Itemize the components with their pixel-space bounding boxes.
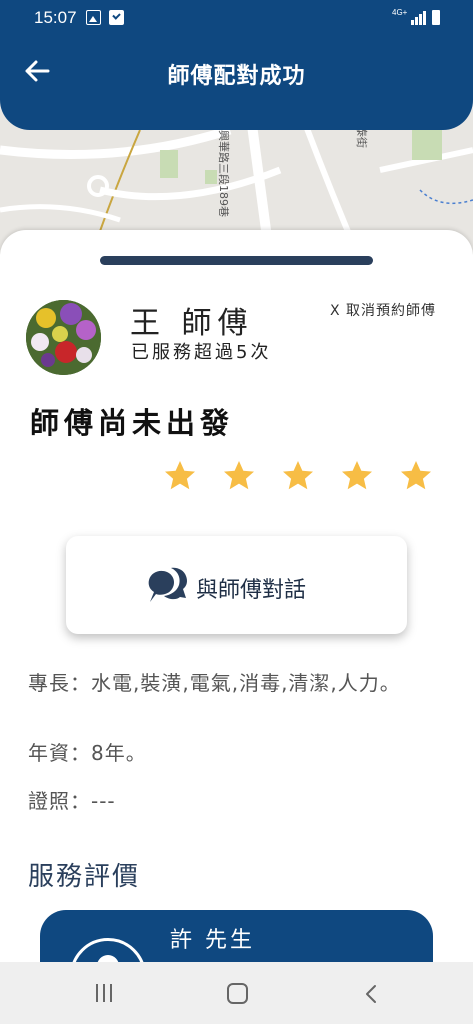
chat-bubbles-icon xyxy=(148,567,187,602)
review-card[interactable]: 許 先生 xyxy=(40,910,433,970)
download-icon xyxy=(109,10,124,25)
star-icon xyxy=(283,461,313,490)
master-detail-sheet: 王 師傅 已服務超過5次 X 取消預約師傅 師傅尚未出發 與師傅對話 專長：水電… xyxy=(0,230,473,970)
cancel-booking-button[interactable]: X 取消預約師傅 xyxy=(330,300,436,320)
star-icon xyxy=(224,461,254,490)
status-time: 15:07 xyxy=(34,8,77,27)
network-label: 4G+ xyxy=(392,8,408,17)
reviewer-name: 許 先生 xyxy=(170,928,255,953)
back-icon[interactable] xyxy=(360,982,384,1006)
status-bar: 15:07 4G+ xyxy=(0,0,473,36)
system-nav-bar xyxy=(0,962,473,1024)
service-count: 已服務超過5次 xyxy=(131,342,272,363)
master-name: 王 師傅 xyxy=(130,306,254,341)
master-experience: 年資：8年。 xyxy=(28,741,147,765)
star-icon xyxy=(342,461,372,490)
chat-button-label: 與師傅對話 xyxy=(196,578,307,603)
master-status: 師傅尚未出發 xyxy=(30,406,235,440)
star-icon xyxy=(165,461,195,490)
home-icon[interactable] xyxy=(227,983,248,1004)
chat-with-master-button[interactable]: 與師傅對話 xyxy=(66,536,407,634)
page-title: 師傅配對成功 xyxy=(167,64,306,89)
battery-icon xyxy=(432,10,440,25)
rating-stars xyxy=(162,458,442,494)
drag-handle[interactable] xyxy=(100,256,373,265)
master-avatar xyxy=(26,300,101,375)
master-skills: 專長：水電,裝潢,電氣,消毒,清潔,人力。 xyxy=(28,671,401,695)
recents-icon[interactable] xyxy=(94,984,116,1004)
signal-icon xyxy=(411,11,426,25)
gallery-icon xyxy=(86,10,101,25)
star-icon xyxy=(401,461,431,490)
map-road-label: 興華路三段189巷 xyxy=(217,130,230,217)
flower-photo xyxy=(26,300,101,375)
master-license: 證照：--- xyxy=(28,789,116,813)
app-header: 師傅配對成功 xyxy=(0,36,473,130)
reviews-heading: 服務評價 xyxy=(28,862,141,892)
